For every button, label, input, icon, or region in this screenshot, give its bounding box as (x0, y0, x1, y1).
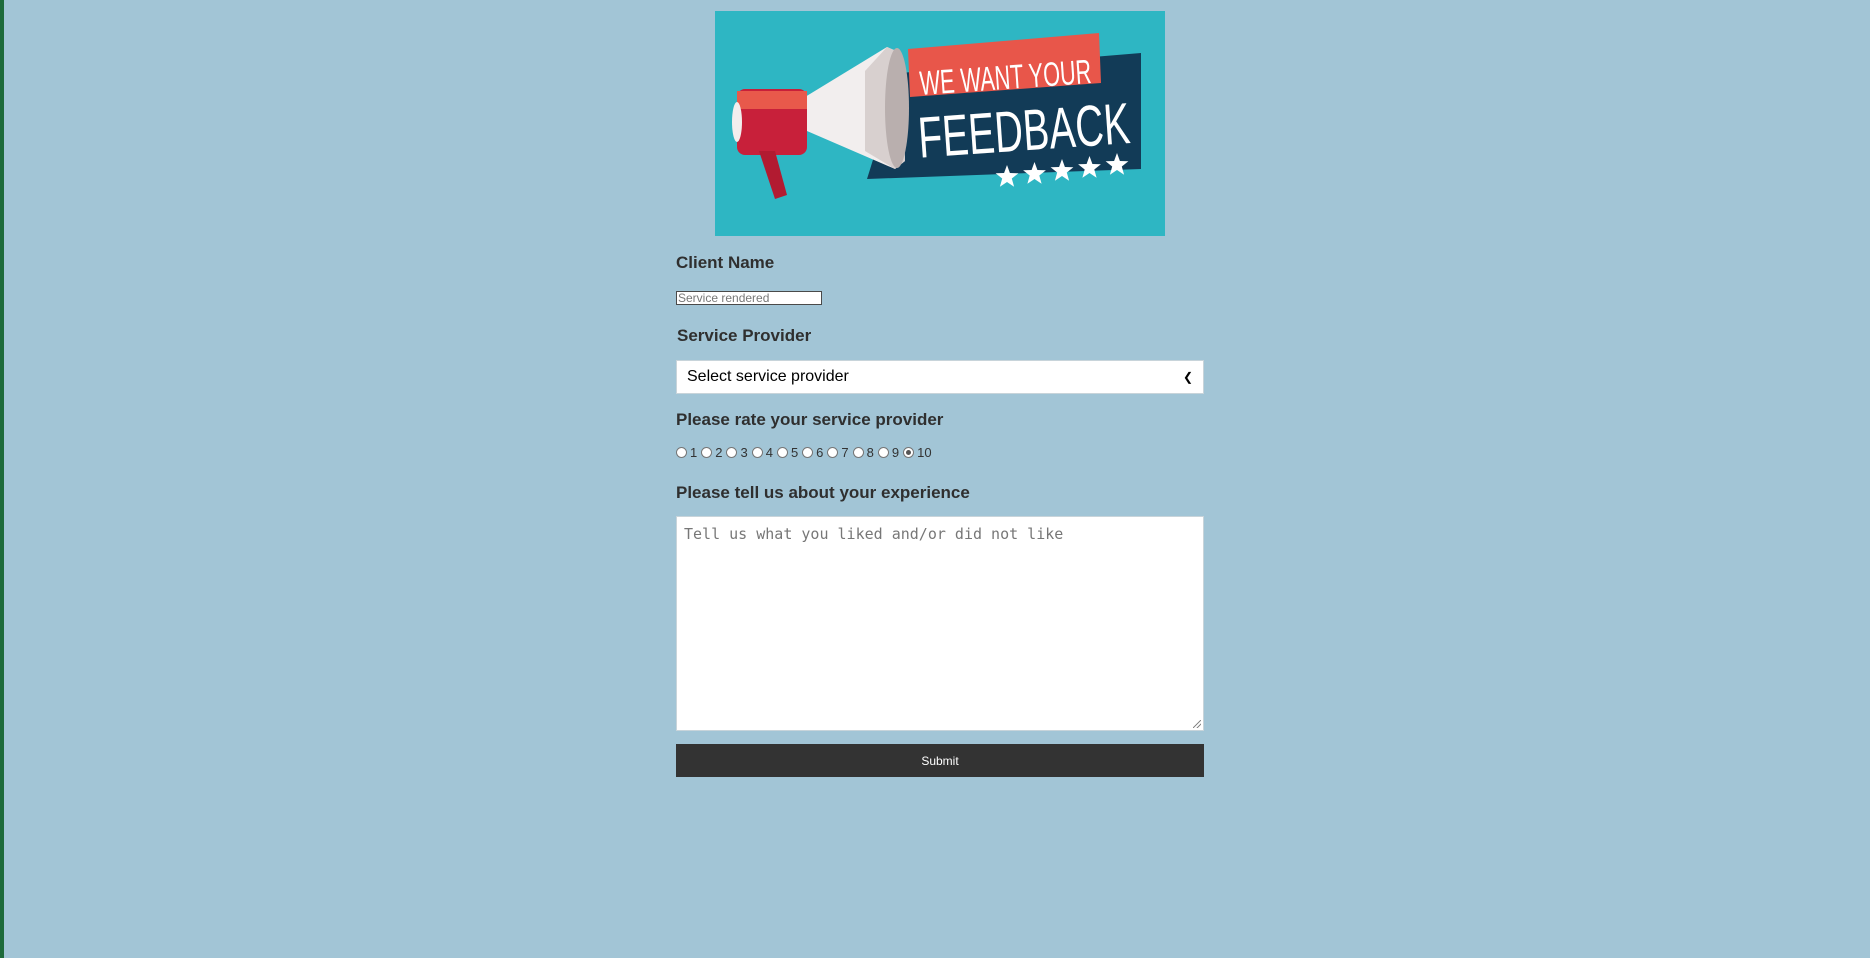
rating-label: Please rate your service provider (676, 410, 944, 429)
rating-radio-9[interactable] (877, 447, 889, 458)
rating-radio-3[interactable] (726, 447, 738, 458)
experience-label: Please tell us about your experience (676, 483, 970, 502)
resize-grip-icon[interactable] (1193, 720, 1201, 728)
rating-radio-group: 1 2 3 4 5 6 7 8 9 10 (676, 445, 936, 460)
service-provider-selected-value: Select service provider (687, 368, 849, 385)
client-name-label: Client Name (676, 253, 775, 272)
submit-button[interactable]: Submit (676, 744, 1204, 777)
rating-option-label: 4 (765, 445, 773, 460)
rating-radio-4[interactable] (751, 447, 763, 458)
rating-option-label: 2 (715, 445, 723, 460)
rating-option-label: 8 (866, 445, 874, 460)
feedback-banner-image: WE WANT YOUR FEEDBACK (715, 11, 1165, 236)
rating-option-label: 6 (816, 445, 824, 460)
rating-radio-6[interactable] (802, 447, 814, 458)
rating-radio-2[interactable] (701, 447, 713, 458)
rating-option-label: 9 (891, 445, 900, 460)
rating-option-label: 7 (841, 445, 849, 460)
rating-radio-7[interactable] (827, 447, 839, 458)
left-edge-strip (0, 0, 4, 958)
rating-option-label: 5 (790, 445, 799, 460)
service-provider-label: Service Provider (677, 326, 812, 345)
rating-option-label: 1 (690, 445, 698, 460)
rating-radio-10[interactable] (903, 447, 915, 458)
chevron-down-icon: ❮ (1182, 370, 1193, 384)
rating-radio-1[interactable] (676, 447, 687, 458)
rating-radio-8[interactable] (852, 447, 864, 458)
service-provider-select[interactable]: Select service provider ❮ (676, 360, 1204, 394)
rating-option-label: 3 (740, 445, 748, 460)
rating-radio-5[interactable] (776, 447, 788, 458)
experience-placeholder: Tell us what you liked and/or did not li… (684, 525, 1064, 543)
client-name-input[interactable] (676, 291, 822, 305)
rating-option-label: 10 (917, 445, 932, 460)
experience-textarea[interactable]: Tell us what you liked and/or did not li… (676, 516, 1204, 731)
